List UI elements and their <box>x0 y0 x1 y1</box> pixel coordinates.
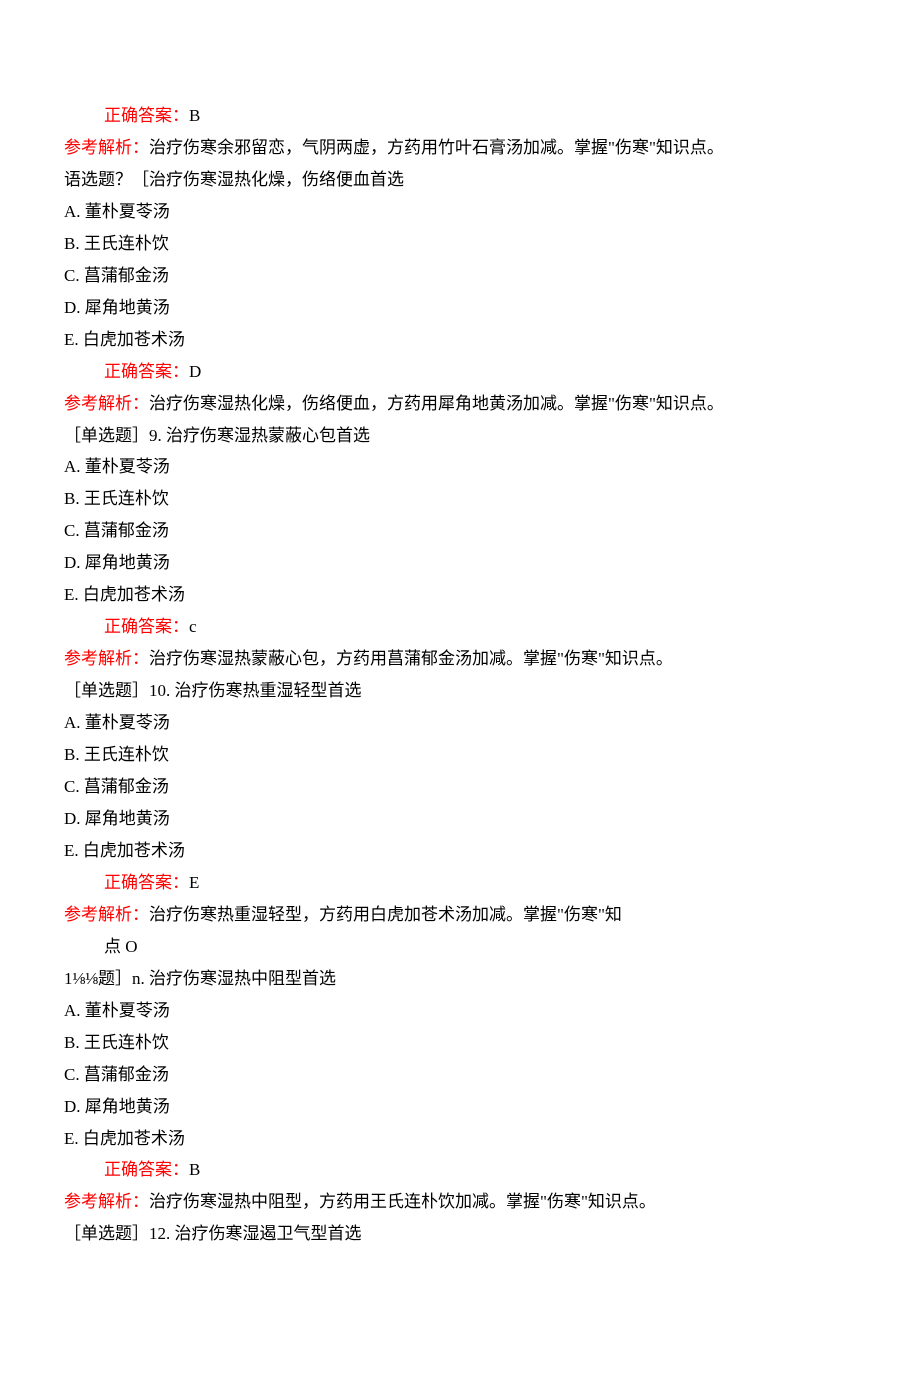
option-b: B. 王氏连朴饮 <box>64 228 856 260</box>
answer-value: B <box>189 1160 200 1179</box>
answer-label: 正确答案： <box>104 106 189 125</box>
option-d: D. 犀角地黄汤 <box>64 292 856 324</box>
option-a: A. 董朴夏苓汤 <box>64 451 856 483</box>
option-c: C. 菖蒲郁金汤 <box>64 771 856 803</box>
answer-label: 正确答案： <box>104 1160 189 1179</box>
answer-value: c <box>189 617 197 636</box>
explanation-text: 治疗伤寒湿热蒙蔽心包，方药用菖蒲郁金汤加减。掌握"伤寒"知识点。 <box>149 649 673 668</box>
answer-line: 正确答案：B <box>64 1154 856 1186</box>
answer-label: 正确答案： <box>104 617 189 636</box>
option-d: D. 犀角地黄汤 <box>64 1091 856 1123</box>
option-c: C. 菖蒲郁金汤 <box>64 515 856 547</box>
explanation-line: 参考解析：治疗伤寒湿热中阻型，方药用王氏连朴饮加减。掌握"伤寒"知识点。 <box>64 1186 856 1218</box>
option-d: D. 犀角地黄汤 <box>64 547 856 579</box>
explanation-text: 治疗伤寒余邪留恋，气阴两虚，方药用竹叶石膏汤加减。掌握"伤寒"知识点。 <box>149 138 724 157</box>
answer-line: 正确答案：B <box>64 100 856 132</box>
answer-value: D <box>189 362 201 381</box>
explanation-line: 参考解析：治疗伤寒湿热蒙蔽心包，方药用菖蒲郁金汤加减。掌握"伤寒"知识点。 <box>64 643 856 675</box>
question-stem: 语选题？［治疗伤寒湿热化燥，伤络便血首选 <box>64 164 856 196</box>
answer-label: 正确答案： <box>104 873 189 892</box>
explanation-label: 参考解析： <box>64 138 149 157</box>
option-c: C. 菖蒲郁金汤 <box>64 260 856 292</box>
answer-line: 正确答案：c <box>64 611 856 643</box>
option-a: A. 董朴夏苓汤 <box>64 995 856 1027</box>
option-d: D. 犀角地黄汤 <box>64 803 856 835</box>
explanation-text: 治疗伤寒热重湿轻型，方药用白虎加苍术汤加减。掌握"伤寒"知 <box>149 905 622 924</box>
explanation-line: 参考解析：治疗伤寒湿热化燥，伤络便血，方药用犀角地黄汤加减。掌握"伤寒"知识点。 <box>64 388 856 420</box>
explanation-continue: 点 O <box>64 931 856 963</box>
question-stem: ［单选题］10. 治疗伤寒热重湿轻型首选 <box>64 675 856 707</box>
explanation-label: 参考解析： <box>64 394 149 413</box>
option-c: C. 菖蒲郁金汤 <box>64 1059 856 1091</box>
explanation-text: 治疗伤寒湿热化燥，伤络便血，方药用犀角地黄汤加减。掌握"伤寒"知识点。 <box>149 394 724 413</box>
question-stem: ［单选题］12. 治疗伤寒湿遏卫气型首选 <box>64 1218 856 1250</box>
answer-line: 正确答案：D <box>64 356 856 388</box>
question-stem: ［单选题］9. 治疗伤寒湿热蒙蔽心包首选 <box>64 420 856 452</box>
option-b: B. 王氏连朴饮 <box>64 483 856 515</box>
option-e: E. 白虎加苍术汤 <box>64 835 856 867</box>
option-e: E. 白虎加苍术汤 <box>64 1123 856 1155</box>
option-e: E. 白虎加苍术汤 <box>64 324 856 356</box>
explanation-label: 参考解析： <box>64 905 149 924</box>
answer-label: 正确答案： <box>104 362 189 381</box>
explanation-label: 参考解析： <box>64 1192 149 1211</box>
answer-line: 正确答案：E <box>64 867 856 899</box>
option-a: A. 董朴夏苓汤 <box>64 707 856 739</box>
explanation-text: 治疗伤寒湿热中阻型，方药用王氏连朴饮加减。掌握"伤寒"知识点。 <box>149 1192 656 1211</box>
option-b: B. 王氏连朴饮 <box>64 1027 856 1059</box>
explanation-line: 参考解析：治疗伤寒余邪留恋，气阴两虚，方药用竹叶石膏汤加减。掌握"伤寒"知识点。 <box>64 132 856 164</box>
question-stem: 1⅛⅛题］n. 治疗伤寒湿热中阻型首选 <box>64 963 856 995</box>
answer-value: B <box>189 106 200 125</box>
option-a: A. 董朴夏苓汤 <box>64 196 856 228</box>
explanation-label: 参考解析： <box>64 649 149 668</box>
option-e: E. 白虎加苍术汤 <box>64 579 856 611</box>
option-b: B. 王氏连朴饮 <box>64 739 856 771</box>
explanation-line: 参考解析：治疗伤寒热重湿轻型，方药用白虎加苍术汤加减。掌握"伤寒"知 <box>64 899 856 931</box>
answer-value: E <box>189 873 199 892</box>
